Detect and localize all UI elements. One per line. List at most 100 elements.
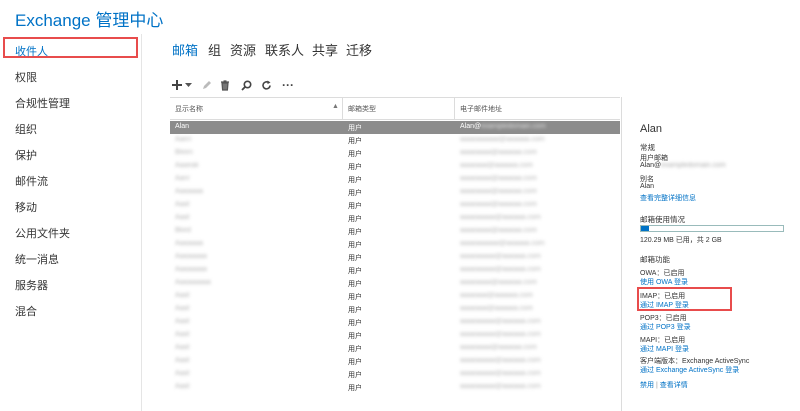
cell-display-name: Aaat bbox=[175, 357, 190, 364]
table-row[interactable]: Aaat 用户 aaaaaaaaa@aaaaaa.com bbox=[170, 355, 620, 368]
chevron-down-icon[interactable] bbox=[184, 77, 192, 93]
sort-ascending-icon[interactable]: ▲ bbox=[332, 103, 339, 110]
search-icon[interactable] bbox=[239, 77, 253, 93]
cell-display-name: Aanr bbox=[175, 175, 190, 182]
table-row[interactable]: Aanr 用户 aaaaaaaa@aaaaaa.com bbox=[170, 173, 620, 186]
imap-login-link[interactable]: 通过 IMAP 登录 bbox=[640, 300, 689, 310]
email-redacted: aaaaaaaa@aaaaaa.com bbox=[460, 188, 537, 195]
cell-email-address: aaaaaaaaa@aaaaaa.com bbox=[460, 331, 541, 338]
more-options-button[interactable]: ··· bbox=[280, 77, 296, 93]
cell-mailbox-type: 用户 bbox=[348, 346, 362, 353]
sidebar-item-hybrid[interactable]: 混合 bbox=[15, 303, 37, 319]
table-row[interactable]: Bleen 用户 aaaaaaaa@aaaaaa.com bbox=[170, 147, 620, 160]
cell-mailbox-type: 用户 bbox=[348, 281, 362, 288]
cell-email-address: aaaaaaaaa@aaaaaa.com bbox=[460, 383, 541, 390]
table-row[interactable]: Aaat 用户 aaaaaaaaa@aaaaaa.com bbox=[170, 212, 620, 225]
table-row[interactable]: Aaat 用户 aaaaaaa@aaaaaa.com bbox=[170, 303, 620, 316]
email-redacted: aaaaaaaaa@aaaaaa.com bbox=[460, 318, 541, 325]
cell-mailbox-type: 用户 bbox=[348, 242, 362, 249]
cell-email-address: aaaaaaaaa@aaaaaa.com bbox=[460, 266, 541, 273]
cell-email-address: aaaaaaaaa@aaaaaa.com bbox=[460, 370, 541, 377]
cell-email-address: aaaaaaaaa@aaaaaa.com bbox=[460, 253, 541, 260]
cell-display-name: Aaaaaaa bbox=[175, 240, 204, 247]
cell-email-address: aaaaaaa@aaaaaa.com bbox=[460, 292, 533, 299]
cell-display-name: Aaen bbox=[175, 136, 192, 143]
table-row[interactable]: Aaat 用户 aaaaaaaa@aaaaaa.com bbox=[170, 342, 620, 355]
table-row[interactable]: Aaaaaaaaa 用户 aaaaaaaa@aaaaaa.com bbox=[170, 277, 620, 290]
disable-link[interactable]: 禁用 bbox=[640, 382, 654, 389]
cell-email-address: aaaaaaaaa@aaaaaa.com bbox=[460, 318, 541, 325]
sidebar-item-mail-flow[interactable]: 邮件流 bbox=[15, 173, 48, 189]
sidebar-item-mobile[interactable]: 移动 bbox=[15, 199, 37, 215]
table-row[interactable]: Aaaaaaa 用户 aaaaaaaaaa@aaaaaa.com bbox=[170, 238, 620, 251]
sidebar-item-protection[interactable]: 保护 bbox=[15, 147, 37, 163]
plus-icon[interactable] bbox=[170, 77, 184, 93]
cell-display-name: Aaat bbox=[175, 305, 190, 312]
sidebar-item-public-folders[interactable]: 公用文件夹 bbox=[15, 225, 70, 241]
column-header-mailbox-type[interactable]: 邮箱类型 bbox=[348, 104, 376, 114]
table-row[interactable]: Aaaaaaaa 用户 aaaaaaaaa@aaaaaa.com bbox=[170, 264, 620, 277]
table-header: 显示名称 ▲ 邮箱类型 电子邮件地址 bbox=[170, 97, 620, 120]
cell-mailbox-type: 用户 bbox=[348, 216, 362, 223]
sidebar-item-unified-messaging[interactable]: 统一消息 bbox=[15, 251, 59, 267]
app-title: Exchange 管理中心 bbox=[15, 11, 164, 30]
sidebar-item-servers[interactable]: 服务器 bbox=[15, 277, 48, 293]
cell-email-address: aaaaaaaa@aaaaaa.com bbox=[460, 188, 537, 195]
cell-mailbox-type: 用户 bbox=[348, 203, 362, 210]
trash-icon[interactable] bbox=[218, 77, 232, 93]
tab-resources[interactable]: 资源 bbox=[230, 40, 256, 59]
sidebar-item-recipients[interactable]: 收件人 bbox=[15, 43, 48, 59]
cell-display-name: Aaat bbox=[175, 370, 190, 377]
table-row[interactable]: Aaat 用户 aaaaaaaaa@aaaaaa.com bbox=[170, 368, 620, 381]
sidebar-item-compliance[interactable]: 合规性管理 bbox=[15, 95, 70, 111]
tab-sharing[interactable]: 共享 bbox=[312, 40, 338, 59]
table-row[interactable]: Aaat 用户 aaaaaaaaa@aaaaaa.com bbox=[170, 329, 620, 342]
pencil-icon[interactable] bbox=[199, 77, 213, 93]
table-row[interactable]: Aaat 用户 aaaaaaaa@aaaaaa.com bbox=[170, 199, 620, 212]
table-row[interactable]: Aaen 用户 aaaaaaaaaa@aaaaaa.com bbox=[170, 134, 620, 147]
column-header-display-name[interactable]: 显示名称 bbox=[175, 104, 203, 114]
activesync-login-link[interactable]: 通过 Exchange ActiveSync 登录 bbox=[640, 365, 739, 375]
pop3-login-link[interactable]: 通过 POP3 登录 bbox=[640, 322, 691, 332]
tab-migration[interactable]: 迁移 bbox=[346, 40, 372, 59]
column-header-email-address[interactable]: 电子邮件地址 bbox=[460, 104, 502, 114]
email-redacted: aaaaaaa@aaaaaa.com bbox=[460, 305, 533, 312]
email-redacted: aaaaaaaaa@aaaaaa.com bbox=[460, 266, 541, 273]
owa-login-link[interactable]: 使用 OWA 登录 bbox=[640, 277, 688, 287]
table-row[interactable]: Aaat 用户 aaaaaaaaa@aaaaaa.com bbox=[170, 381, 620, 394]
email-redacted: aaaaaaaaa@aaaaaa.com bbox=[460, 383, 541, 390]
refresh-icon[interactable] bbox=[259, 77, 273, 93]
cell-display-name: Aaaaaaaa bbox=[175, 253, 207, 260]
view-details-link[interactable]: 查看详情 bbox=[660, 382, 688, 389]
sidebar-item-organization[interactable]: 组织 bbox=[15, 121, 37, 137]
cell-display-name: Aaat bbox=[175, 292, 190, 299]
tab-mailboxes[interactable]: 邮箱 bbox=[172, 40, 198, 59]
table-row[interactable]: Aaaeak 用户 aaaaaaa@aaaaaa.com bbox=[170, 160, 620, 173]
mapi-login-link[interactable]: 通过 MAPI 登录 bbox=[640, 344, 689, 354]
cell-email-address: aaaaaaaa@aaaaaa.com bbox=[460, 227, 537, 234]
view-full-details-link[interactable]: 查看完整详细信息 bbox=[640, 193, 696, 203]
table-row-selected[interactable]: Alan 用户 Alan@exampledomain.com bbox=[170, 121, 620, 134]
cell-email-address: aaaaaaaaaa@aaaaaa.com bbox=[460, 136, 545, 143]
cell-mailbox-type: 用户 bbox=[348, 190, 362, 197]
email-redacted: aaaaaaa@aaaaaa.com bbox=[460, 162, 533, 169]
cell-email-address: aaaaaaaa@aaaaaa.com bbox=[460, 175, 537, 182]
cell-display-name: Aaat bbox=[175, 331, 190, 338]
link-separator: | bbox=[655, 382, 658, 389]
table-row[interactable]: Bked 用户 aaaaaaaa@aaaaaa.com bbox=[170, 225, 620, 238]
cell-display-name: Aaat bbox=[175, 214, 190, 221]
cell-display-name: Aaat bbox=[175, 318, 190, 325]
tab-groups[interactable]: 组 bbox=[208, 40, 221, 59]
table-row[interactable]: Aaaaaaaa 用户 aaaaaaaaa@aaaaaa.com bbox=[170, 251, 620, 264]
table-row[interactable]: Aaaaaaa 用户 aaaaaaaa@aaaaaa.com bbox=[170, 186, 620, 199]
general-email-redacted: exampledomain.com bbox=[661, 162, 726, 169]
column-divider[interactable] bbox=[342, 98, 343, 119]
tab-contacts[interactable]: 联系人 bbox=[265, 40, 304, 59]
column-divider[interactable] bbox=[454, 98, 455, 119]
table-row[interactable]: Aaat 用户 aaaaaaa@aaaaaa.com bbox=[170, 290, 620, 303]
email-redacted: aaaaaaaa@aaaaaa.com bbox=[460, 201, 537, 208]
cell-email-address: aaaaaaaa@aaaaaa.com bbox=[460, 149, 537, 156]
sidebar-item-permissions[interactable]: 权限 bbox=[15, 69, 37, 85]
table-row[interactable]: Aaat 用户 aaaaaaaaa@aaaaaa.com bbox=[170, 316, 620, 329]
email-redacted: aaaaaaaaa@aaaaaa.com bbox=[460, 253, 541, 260]
